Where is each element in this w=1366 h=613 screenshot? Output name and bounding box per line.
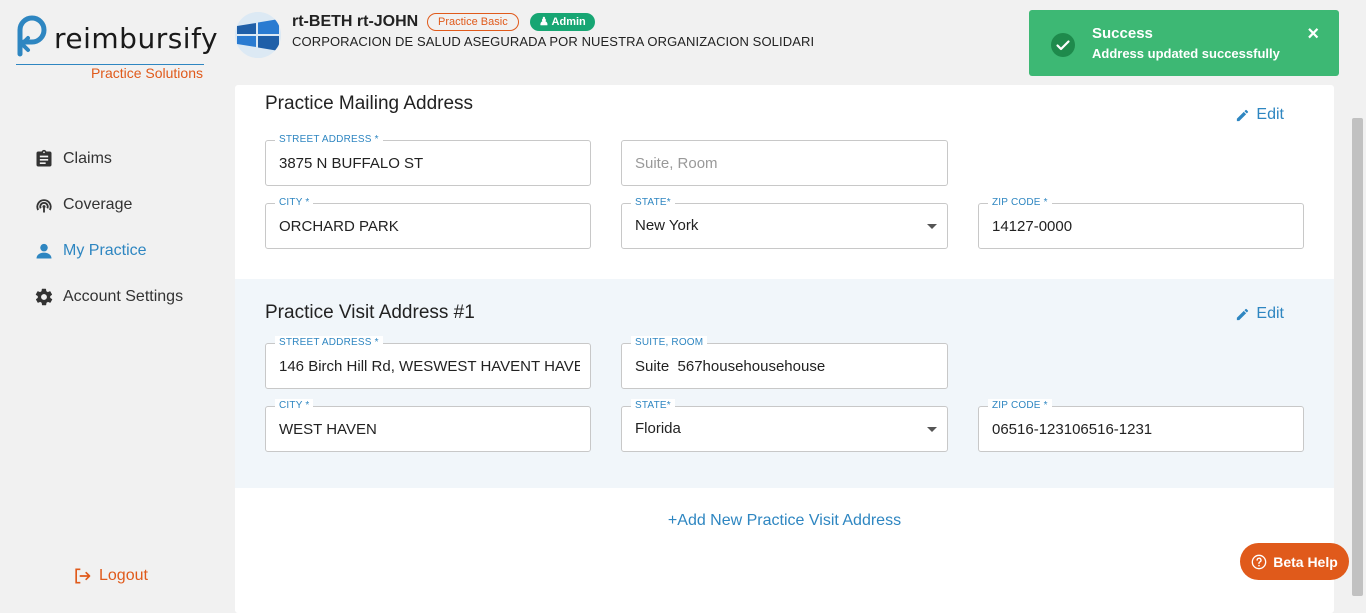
brand-name: reimbursify <box>54 22 219 55</box>
field-label: STREET ADDRESS * <box>275 336 383 350</box>
admin-user-icon: ♟ <box>539 16 549 28</box>
sidebar-nav: Claims Coverage My Practice Account Sett… <box>34 136 183 320</box>
logout-button[interactable]: Logout <box>72 566 148 586</box>
field-value: Florida <box>635 420 681 437</box>
beta-help-button[interactable]: Beta Help <box>1240 543 1349 580</box>
suite-room-field[interactable]: SUITE, ROOM Suite 567househousehouse <box>621 336 948 389</box>
scrollbar-thumb[interactable] <box>1352 118 1363 596</box>
street-address-field[interactable]: STREET ADDRESS * 146 Birch Hill Rd, WESW… <box>265 336 591 389</box>
field-value: Suite 567househousehouse <box>635 358 826 375</box>
add-visit-address-button[interactable]: +Add New Practice Visit Address <box>235 512 1334 530</box>
city-field[interactable]: CITY * ORCHARD PARK <box>265 196 591 249</box>
sidebar-item-coverage[interactable]: Coverage <box>34 182 183 228</box>
field-label: ZIP CODE * <box>988 196 1052 210</box>
street-address-field[interactable]: STREET ADDRESS * 3875 N BUFFALO ST <box>265 133 591 186</box>
toast-title: Success <box>1092 25 1153 42</box>
state-select[interactable]: STATE* Florida <box>621 399 948 452</box>
visit-address-section: Practice Visit Address #1 Edit STREET AD… <box>235 279 1334 488</box>
field-placeholder: Suite, Room <box>635 155 718 172</box>
field-value: 06516-123106516-1231 <box>992 421 1153 438</box>
role-badge-label: Admin <box>551 16 586 28</box>
field-label: STATE* <box>631 399 675 413</box>
sidebar-item-claims[interactable]: Claims <box>34 136 183 182</box>
sidebar-item-account-settings[interactable]: Account Settings <box>34 274 183 320</box>
field-value: 3875 N BUFFALO ST <box>279 155 424 172</box>
zip-code-field[interactable]: ZIP CODE * 14127-0000 <box>978 196 1304 249</box>
brand-subtitle: Practice Solutions <box>90 65 203 81</box>
sidebar-item-my-practice[interactable]: My Practice <box>34 228 183 274</box>
chevron-down-icon <box>927 224 937 229</box>
user-icon <box>36 243 52 259</box>
sidebar: reimbursify Practice Solutions Claims Co… <box>0 0 235 613</box>
page-scrollbar[interactable] <box>1349 0 1366 613</box>
zip-code-field[interactable]: ZIP CODE * 06516-123106516-1231 <box>978 399 1304 452</box>
logout-label: Logout <box>99 567 148 584</box>
city-field[interactable]: CITY * WEST HAVEN <box>265 399 591 452</box>
toast-message: Address updated successfully <box>1092 46 1280 61</box>
success-toast: Success Address updated successfully × <box>1029 10 1339 76</box>
organization-name: CORPORACION DE SALUD ASEGURADA POR NUEST… <box>292 34 815 49</box>
field-label: ZIP CODE * <box>988 399 1052 413</box>
edit-mailing-button[interactable]: Edit <box>1235 106 1284 124</box>
state-select[interactable]: STATE* New York <box>621 196 948 249</box>
chevron-down-icon <box>927 427 937 432</box>
check-circle-icon <box>1051 33 1075 57</box>
edit-visit-button[interactable]: Edit <box>1235 305 1284 323</box>
mailing-address-section: Practice Mailing Address Edit STREET ADD… <box>235 85 1334 279</box>
field-label: CITY * <box>275 399 314 413</box>
sidebar-item-label: Coverage <box>63 196 133 213</box>
sidebar-item-label: Account Settings <box>63 288 184 305</box>
field-value: 14127-0000 <box>992 218 1073 235</box>
gear-icon <box>35 288 53 306</box>
field-label: STATE* <box>631 196 675 210</box>
section-title: Practice Visit Address #1 <box>265 302 475 323</box>
field-label: STREET ADDRESS * <box>275 133 383 147</box>
field-label: SUITE, ROOM <box>631 336 708 350</box>
edit-label: Edit <box>1256 305 1284 322</box>
field-value: New York <box>635 217 699 234</box>
logout-icon <box>75 568 91 584</box>
clipboard-icon <box>36 149 52 167</box>
sidebar-item-label: My Practice <box>63 242 147 259</box>
user-name: rt-BETH rt-JOHN <box>292 13 419 30</box>
edit-label: Edit <box>1256 106 1284 123</box>
avatar-image-icon <box>235 12 281 58</box>
plan-badge: Practice Basic <box>427 13 519 31</box>
reimbursify-logo-icon <box>17 15 47 57</box>
close-icon[interactable]: × <box>1307 24 1319 44</box>
brand-logo[interactable]: reimbursify Practice Solutions <box>14 8 218 83</box>
pencil-icon <box>1237 308 1249 320</box>
beta-help-label: Beta Help <box>1273 553 1338 570</box>
field-label: CITY * <box>275 196 314 210</box>
practice-address-panel: Practice Mailing Address Edit STREET ADD… <box>235 85 1334 613</box>
coverage-icon <box>36 199 52 213</box>
help-circle-icon <box>1251 554 1267 569</box>
avatar[interactable] <box>235 12 281 58</box>
sidebar-item-label: Claims <box>63 150 112 167</box>
field-value: WEST HAVEN <box>279 421 377 438</box>
suite-room-field[interactable]: Suite, Room <box>621 140 948 186</box>
field-value: ORCHARD PARK <box>279 218 399 235</box>
section-title: Practice Mailing Address <box>265 93 474 114</box>
role-badge: ♟ Admin <box>530 13 595 31</box>
pencil-icon <box>1237 109 1249 121</box>
field-value: 146 Birch Hill Rd, WESWEST HAVENT HAVEN <box>279 358 580 375</box>
